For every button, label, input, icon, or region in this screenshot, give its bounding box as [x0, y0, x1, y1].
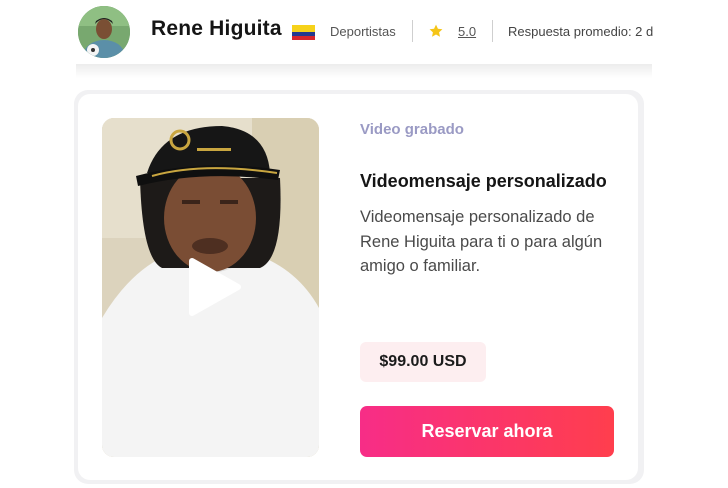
response-time: Respuesta promedio: 2 día [508, 24, 654, 39]
category-label[interactable]: Deportistas [330, 24, 396, 39]
colombia-flag-icon [292, 25, 315, 40]
header-shadow [76, 64, 652, 78]
product-description: Videomensaje personalizado de Rene Higui… [360, 208, 603, 275]
price-value: $99.00 USD [379, 353, 467, 370]
divider [412, 20, 413, 42]
product-title: Videomensaje personalizado [360, 171, 607, 191]
profile-header: Rene Higuita Deportistas 5.0 Respuesta p… [0, 0, 728, 66]
star-icon [429, 24, 443, 37]
celebrity-name: Rene Higuita [151, 17, 282, 40]
video-type-label: Video grabado [360, 121, 464, 138]
rating-value[interactable]: 5.0 [458, 24, 476, 39]
price-badge: $99.00 USD [360, 342, 486, 382]
reserve-button[interactable]: Reservar ahora [360, 406, 614, 457]
avatar[interactable] [78, 6, 130, 58]
play-icon[interactable] [186, 257, 242, 317]
video-preview[interactable] [102, 118, 319, 457]
divider [492, 20, 493, 42]
